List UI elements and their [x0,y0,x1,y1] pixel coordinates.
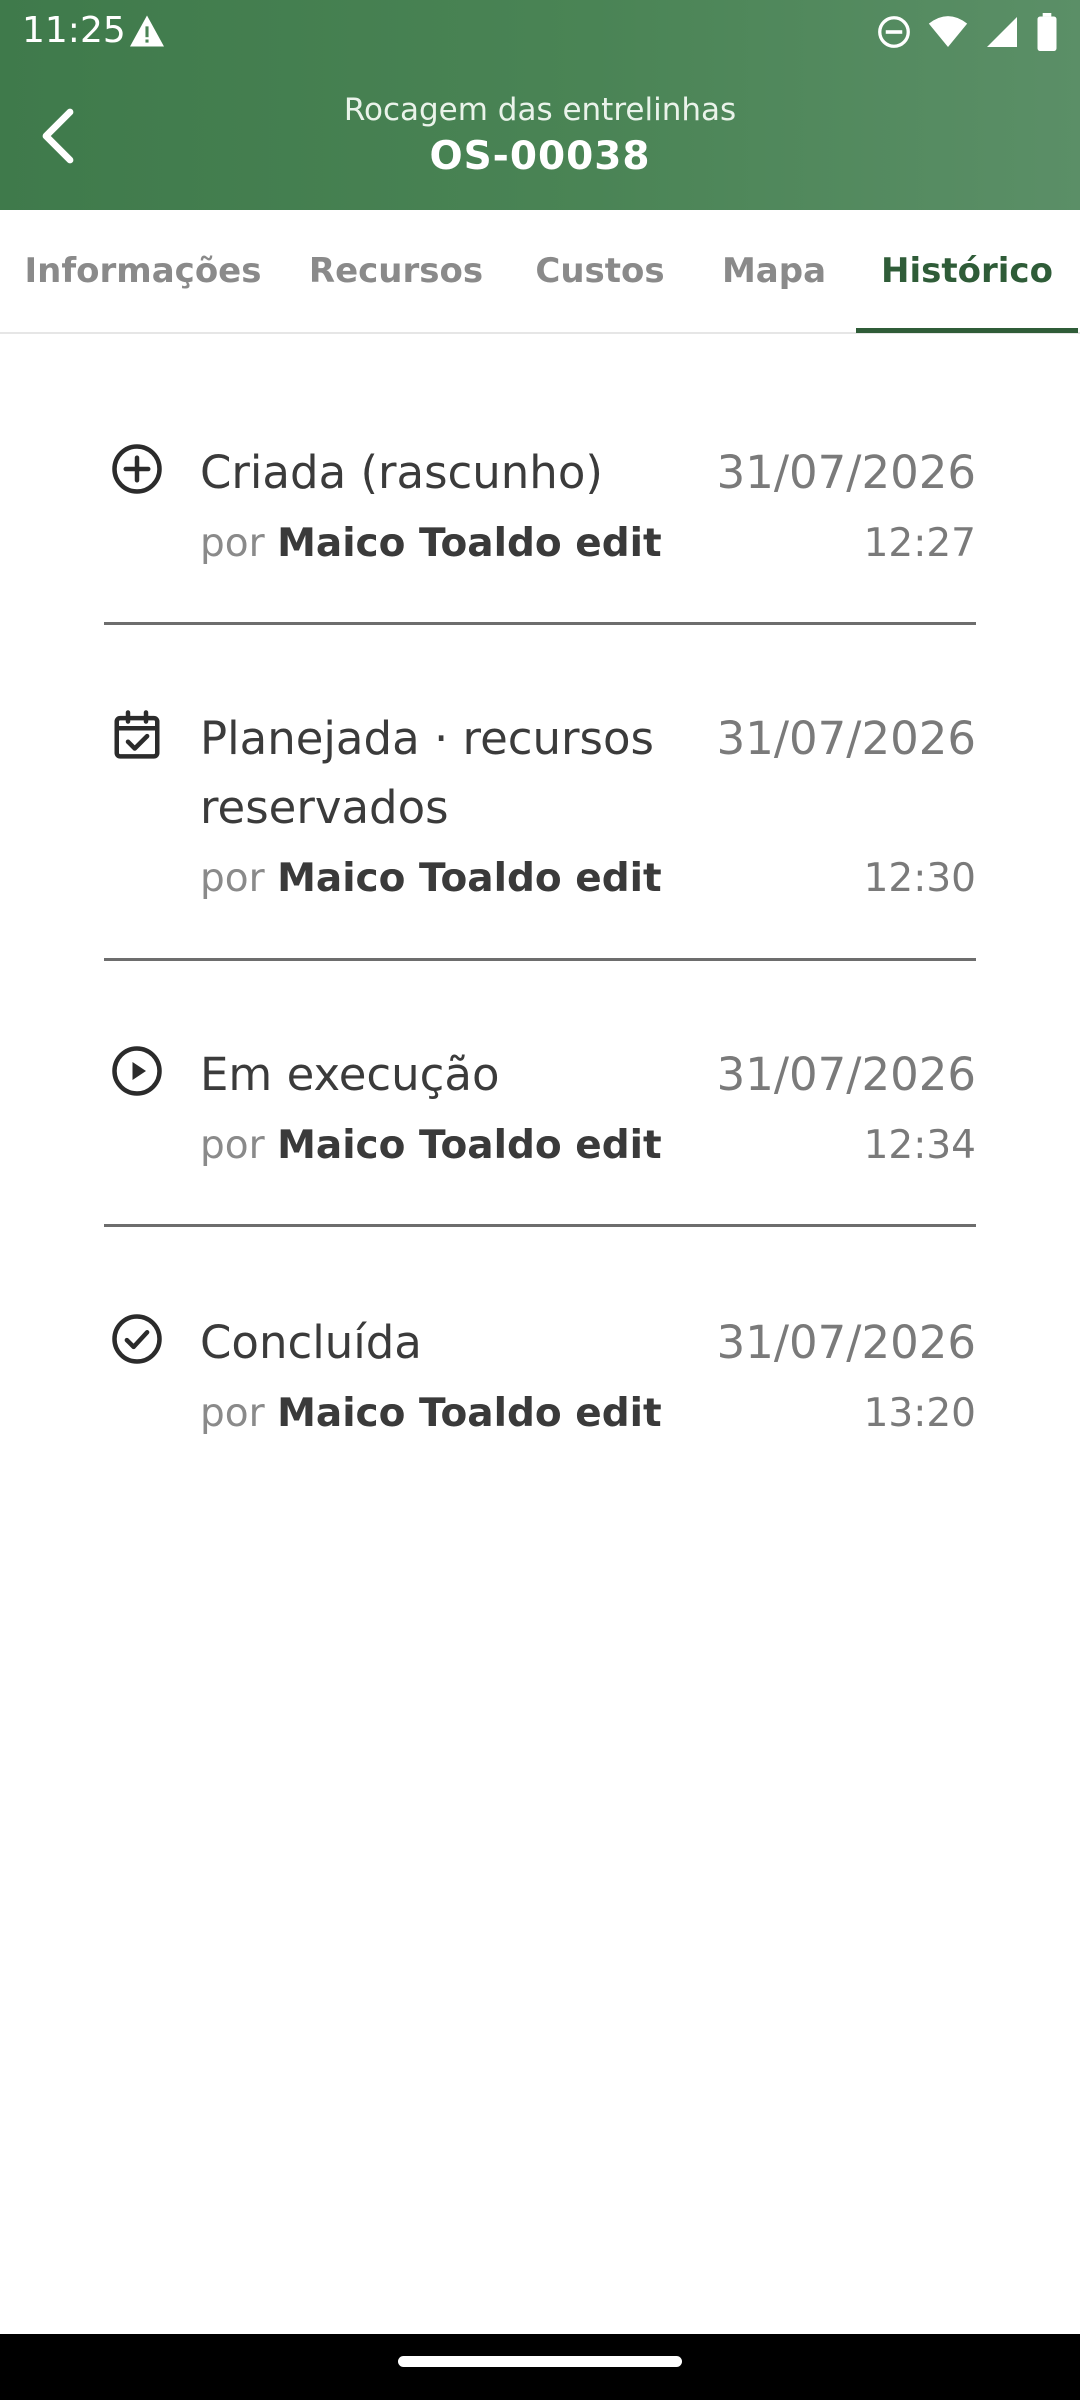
status-icons [876,12,1058,52]
history-date: 31/07/2026 [716,1316,976,1369]
history-author: por Maico Toaldo edit [200,521,662,566]
history-date: 31/07/2026 [716,1048,976,1101]
history-author: por Maico Toaldo edit [200,1123,662,1168]
calendar-check-icon [114,710,160,759]
tab-mapa[interactable]: Mapa [696,210,852,332]
history-status: Em execução [200,1048,500,1101]
divider [104,958,976,961]
header-subtitle: Rocagem das entrelinhas [343,92,737,128]
check-circle-icon [112,1314,162,1364]
history-time: 12:34 [863,1123,976,1168]
play-circle-icon [112,1046,162,1096]
status-bar: 11:25 [0,0,1080,64]
history-status: Criada (rascunho) [200,446,603,499]
system-nav-bar [0,2334,1080,2400]
tab-informacoes[interactable]: Informações [0,210,286,332]
add-circle-icon [112,444,162,494]
status-time: 11:25 [22,10,126,51]
history-author: por Maico Toaldo edit [200,1391,662,1436]
history-author: por Maico Toaldo edit [200,856,662,901]
history-date: 31/07/2026 [716,446,976,499]
warning-icon [130,15,164,47]
history-time: 12:27 [863,521,976,566]
tab-historico[interactable]: Histórico [856,210,1078,332]
battery-icon [1037,13,1057,51]
divider [104,1224,976,1227]
history-time: 13:20 [863,1391,976,1436]
history-user: Maico Toaldo edit [277,521,662,566]
page-title: OS-00038 [429,134,651,179]
home-gesture-handle[interactable] [398,2356,682,2367]
do-not-disturb-icon [878,16,910,48]
signal-icon [987,17,1017,47]
history-user: Maico Toaldo edit [277,856,662,901]
divider [104,622,976,625]
history-status: Concluída [200,1316,422,1369]
history-user: Maico Toaldo edit [277,1123,662,1168]
tab-custos[interactable]: Custos [514,210,686,332]
tab-bar: Informações Recursos Custos Mapa Históri… [0,210,1080,334]
history-user: Maico Toaldo edit [277,1391,662,1436]
history-date: 31/07/2026 [716,712,976,765]
active-tab-indicator [856,328,1078,333]
wifi-icon [928,16,968,47]
history-status: Planejada · recursos reservados [200,712,654,834]
tab-recursos[interactable]: Recursos [290,210,502,332]
app-header: 11:25 Rocagem das entrelinhas OS-00038 [0,0,1080,210]
history-time: 12:30 [863,856,976,901]
